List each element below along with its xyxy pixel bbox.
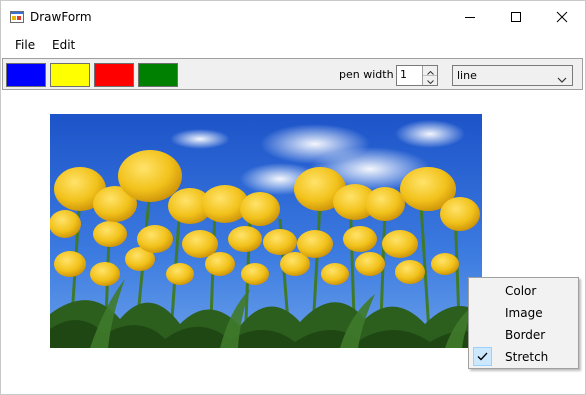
- minimize-icon: [464, 11, 476, 23]
- drawform-window: DrawForm File Edit pen width 1 line Colo…: [0, 0, 586, 395]
- menu-edit[interactable]: Edit: [52, 38, 75, 52]
- dropdown-arrow-icon: [557, 72, 567, 86]
- toolbar: pen width 1 line: [2, 58, 583, 90]
- context-menu-label: Stretch: [505, 350, 549, 364]
- close-button[interactable]: [539, 1, 585, 33]
- spin-down-button[interactable]: [423, 75, 437, 84]
- context-menu-item-image[interactable]: Image: [471, 302, 576, 324]
- color-swatch-green[interactable]: [138, 63, 178, 87]
- tulip-picture[interactable]: [49, 114, 482, 349]
- shape-select[interactable]: line: [452, 65, 573, 86]
- close-icon: [556, 11, 568, 23]
- context-menu-item-color[interactable]: Color: [471, 280, 576, 302]
- context-menu-label: Image: [505, 306, 543, 320]
- checkmark-icon: [473, 347, 492, 366]
- window-title: DrawForm: [30, 10, 92, 24]
- menu-bar: File Edit: [1, 34, 585, 56]
- color-swatch-red[interactable]: [94, 63, 134, 87]
- context-menu-item-stretch[interactable]: Stretch: [471, 346, 576, 368]
- context-menu-label: Border: [505, 328, 546, 342]
- pen-width-value[interactable]: 1: [400, 68, 407, 81]
- chevron-down-icon: [426, 73, 434, 87]
- maximize-button[interactable]: [493, 1, 539, 33]
- pen-width-label: pen width: [339, 68, 394, 81]
- maximize-icon: [510, 11, 522, 23]
- context-menu-item-border[interactable]: Border: [471, 324, 576, 346]
- pen-width-stepper[interactable]: 1: [396, 65, 438, 86]
- app-form-icon: [10, 10, 24, 24]
- title-bar: DrawForm: [1, 1, 585, 33]
- context-menu-label: Color: [505, 284, 537, 298]
- color-swatch-blue[interactable]: [6, 63, 46, 87]
- spin-buttons: [422, 66, 437, 85]
- menu-file[interactable]: File: [15, 38, 35, 52]
- minimize-button[interactable]: [447, 1, 493, 33]
- context-menu: Color Image Border Stretch: [468, 277, 579, 369]
- shape-select-value: line: [457, 69, 477, 82]
- color-swatch-yellow[interactable]: [50, 63, 90, 87]
